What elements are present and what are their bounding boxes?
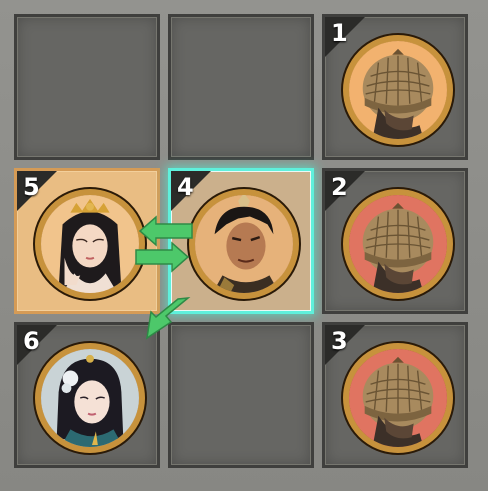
soldier-helmet-icon[interactable]	[343, 189, 453, 299]
grid-cell-2[interactable]: 2	[322, 168, 468, 314]
grid-cell-1[interactable]: 1	[322, 14, 468, 160]
grid-cell-empty[interactable]	[14, 14, 160, 160]
slot-number: 3	[331, 327, 348, 355]
slot-number: 2	[331, 173, 348, 201]
grid-cell-6[interactable]: 6	[14, 322, 160, 468]
grid-cell-5[interactable]: 5	[14, 168, 160, 314]
grid-cell-empty[interactable]	[168, 322, 314, 468]
lady-crown-icon[interactable]	[35, 189, 145, 299]
soldier-helmet-icon[interactable]	[343, 35, 453, 145]
slot-number: 6	[23, 327, 40, 355]
grid-cell-empty[interactable]	[168, 14, 314, 160]
warrior-topknot-icon[interactable]	[189, 189, 299, 299]
battle-grid: 1 5 4 2 6 3	[0, 0, 488, 491]
slot-number: 4	[177, 173, 194, 201]
lady-flower-icon[interactable]	[35, 343, 145, 453]
soldier-helmet-icon[interactable]	[343, 343, 453, 453]
slot-number: 1	[331, 19, 348, 47]
slot-number: 5	[23, 173, 40, 201]
grid-cell-4-selected[interactable]: 4	[168, 168, 314, 314]
grid-cell-3[interactable]: 3	[322, 322, 468, 468]
